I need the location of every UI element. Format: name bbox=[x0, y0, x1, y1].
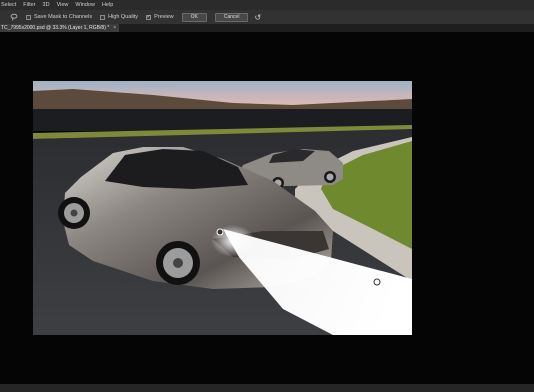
light-end-handle[interactable] bbox=[373, 278, 381, 286]
menu-view[interactable]: View bbox=[57, 2, 69, 8]
photo-canvas[interactable] bbox=[33, 81, 412, 335]
check-icon: ✓ bbox=[146, 14, 151, 20]
light-start-handle[interactable] bbox=[216, 228, 224, 236]
options-bar: Save Mask to Channels High Quality ✓ Pre… bbox=[0, 10, 534, 24]
high-quality-option[interactable]: High Quality bbox=[100, 14, 138, 20]
high-quality-checkbox[interactable] bbox=[100, 14, 106, 20]
status-bar bbox=[0, 384, 534, 392]
ok-button[interactable]: OK bbox=[181, 12, 207, 22]
menu-bar: Select Filter 3D View Window Help bbox=[0, 0, 534, 10]
document-tab-bar: TC_7995x2000.psd @ 33.3% (Layer 1, RGB/8… bbox=[0, 24, 534, 32]
menu-3d[interactable]: 3D bbox=[43, 2, 50, 8]
menu-help[interactable]: Help bbox=[102, 2, 113, 8]
high-quality-label: High Quality bbox=[108, 14, 139, 20]
reset-icon[interactable]: ↺ bbox=[254, 13, 261, 22]
save-mask-option[interactable]: Save Mask to Channels bbox=[26, 14, 92, 20]
menu-filter[interactable]: Filter bbox=[23, 2, 35, 8]
close-icon[interactable]: × bbox=[113, 24, 116, 32]
menu-window[interactable]: Window bbox=[75, 2, 95, 8]
save-mask-checkbox[interactable] bbox=[26, 14, 31, 20]
lasso-tool-icon[interactable] bbox=[10, 13, 18, 21]
preview-checkbox[interactable]: ✓ bbox=[146, 14, 152, 20]
preview-option[interactable]: ✓ Preview bbox=[146, 14, 174, 20]
document-tab[interactable]: TC_7995x2000.psd @ 33.3% (Layer 1, RGB/8… bbox=[0, 24, 120, 32]
document-tab-title: TC_7995x2000.psd @ 33.3% (Layer 1, RGB/8… bbox=[1, 25, 110, 31]
menu-select[interactable]: Select bbox=[1, 2, 16, 8]
preview-label: Preview bbox=[154, 14, 174, 20]
cancel-button[interactable]: Cancel bbox=[214, 12, 249, 22]
save-mask-label: Save Mask to Channels bbox=[34, 14, 93, 20]
canvas-area[interactable] bbox=[0, 32, 534, 384]
